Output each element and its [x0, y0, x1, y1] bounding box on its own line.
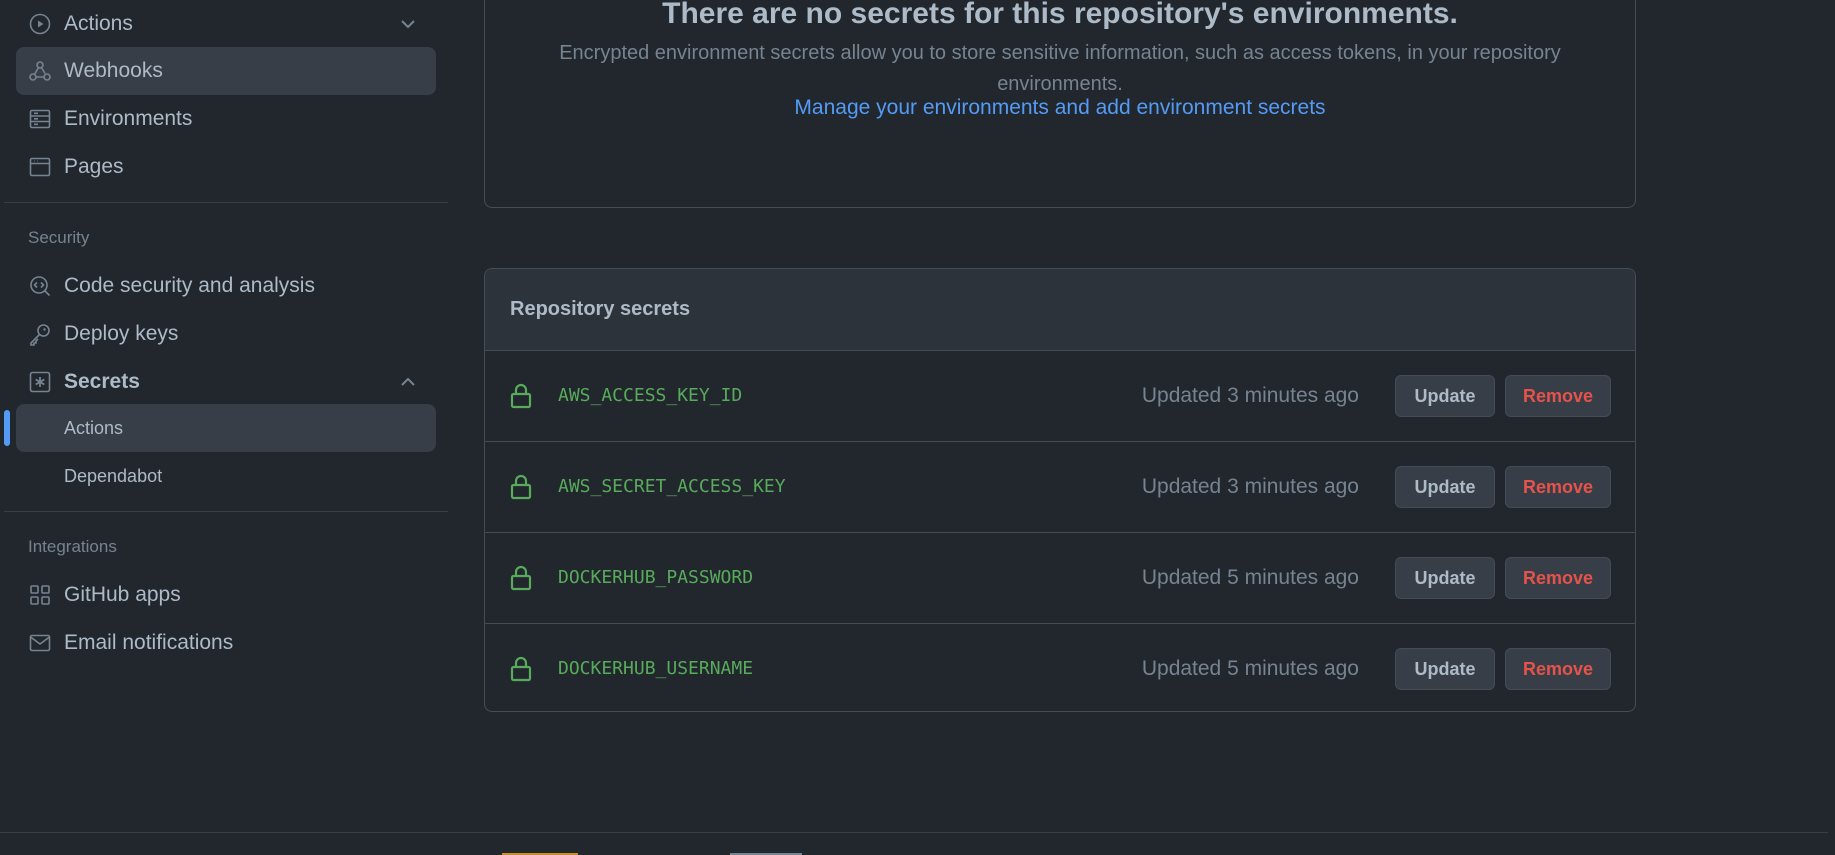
repository-secrets-panel: Repository secrets AWS_ACCESS_KEY_ID Upd… — [484, 268, 1636, 712]
chevron-up-icon[interactable] — [396, 370, 420, 394]
secret-name: AWS_ACCESS_KEY_ID — [558, 385, 743, 406]
sidebar-item-label: Email notifications — [64, 631, 234, 654]
lock-icon — [510, 656, 532, 682]
update-secret-button[interactable]: Update — [1395, 648, 1495, 690]
sidebar-item-label: Actions — [64, 12, 133, 35]
secret-name: AWS_SECRET_ACCESS_KEY — [558, 476, 786, 497]
secret-name: DOCKERHUB_USERNAME — [558, 658, 754, 679]
secret-updated-time: Updated 5 minutes ago — [1141, 566, 1359, 589]
sidebar-item-label: GitHub apps — [64, 583, 181, 606]
sidebar-item-github-apps[interactable]: GitHub apps — [16, 571, 436, 619]
sidebar-item-label: Environments — [64, 107, 193, 130]
sidebar-item-actions[interactable]: Actions — [16, 0, 436, 48]
sidebar-divider — [4, 202, 448, 203]
repository-secrets-header: Repository secrets — [485, 269, 1635, 351]
play-circle-icon — [28, 12, 52, 36]
browser-icon — [28, 155, 52, 179]
sidebar-item-label: Secrets — [64, 370, 140, 393]
sidebar-item-code-security[interactable]: Code security and analysis — [16, 262, 436, 310]
apps-icon — [28, 583, 52, 607]
secret-row: DOCKERHUB_PASSWORD Updated 5 minutes ago… — [485, 533, 1635, 624]
sidebar-divider — [4, 511, 448, 512]
update-secret-button[interactable]: Update — [1395, 375, 1495, 417]
remove-secret-button[interactable]: Remove — [1505, 375, 1611, 417]
section-title-integrations: Integrations — [28, 537, 117, 556]
mail-icon — [28, 631, 52, 655]
key-icon — [28, 322, 52, 346]
footer-divider — [0, 832, 1828, 833]
remove-secret-button[interactable]: Remove — [1505, 557, 1611, 599]
sidebar-subitem-dependabot[interactable]: Dependabot — [16, 452, 436, 500]
remove-secret-button[interactable]: Remove — [1505, 648, 1611, 690]
codescan-icon — [28, 274, 52, 298]
sidebar-item-label: Code security and analysis — [64, 274, 315, 297]
secret-row: DOCKERHUB_USERNAME Updated 5 minutes ago… — [485, 624, 1635, 711]
secret-name: DOCKERHUB_PASSWORD — [558, 567, 754, 588]
sidebar-subitem-actions[interactable]: Actions — [16, 404, 436, 452]
update-secret-button[interactable]: Update — [1395, 466, 1495, 508]
secret-updated-time: Updated 3 minutes ago — [1141, 384, 1359, 407]
secret-row: AWS_SECRET_ACCESS_KEY Updated 3 minutes … — [485, 442, 1635, 533]
secret-row: AWS_ACCESS_KEY_ID Updated 3 minutes ago … — [485, 351, 1635, 442]
section-title-security: Security — [28, 228, 90, 247]
sidebar-item-webhooks[interactable]: Webhooks — [16, 47, 436, 95]
settings-sidebar: Actions Webhooks Environments Pages Secu… — [0, 0, 448, 835]
sidebar-item-email-notifications[interactable]: Email notifications — [16, 619, 436, 667]
sidebar-item-label: Deploy keys — [64, 322, 179, 345]
secret-updated-time: Updated 3 minutes ago — [1141, 475, 1359, 498]
environment-secrets-blankslate: There are no secrets for this repository… — [484, 0, 1636, 208]
blankslate-description: Encrypted environment secrets allow you … — [559, 42, 1561, 95]
update-secret-button[interactable]: Update — [1395, 557, 1495, 599]
server-icon — [28, 107, 52, 131]
sidebar-item-label: Pages — [64, 155, 124, 178]
sidebar-item-pages[interactable]: Pages — [16, 143, 436, 191]
blankslate-title: There are no secrets for this repository… — [662, 0, 1458, 30]
asterisk-icon — [28, 370, 52, 394]
sidebar-item-label: Webhooks — [64, 59, 163, 82]
sidebar-item-deploy-keys[interactable]: Deploy keys — [16, 310, 436, 358]
secret-updated-time: Updated 5 minutes ago — [1141, 657, 1359, 680]
remove-secret-button[interactable]: Remove — [1505, 466, 1611, 508]
active-item-marker — [4, 410, 10, 446]
lock-icon — [510, 474, 532, 500]
lock-icon — [510, 383, 532, 409]
lock-icon — [510, 565, 532, 591]
webhook-icon — [28, 59, 52, 83]
chevron-down-icon[interactable] — [396, 12, 420, 36]
sidebar-item-environments[interactable]: Environments — [16, 95, 436, 143]
sidebar-item-secrets[interactable]: Secrets — [16, 358, 436, 406]
manage-environments-link[interactable]: Manage your environments and add environ… — [485, 96, 1635, 120]
